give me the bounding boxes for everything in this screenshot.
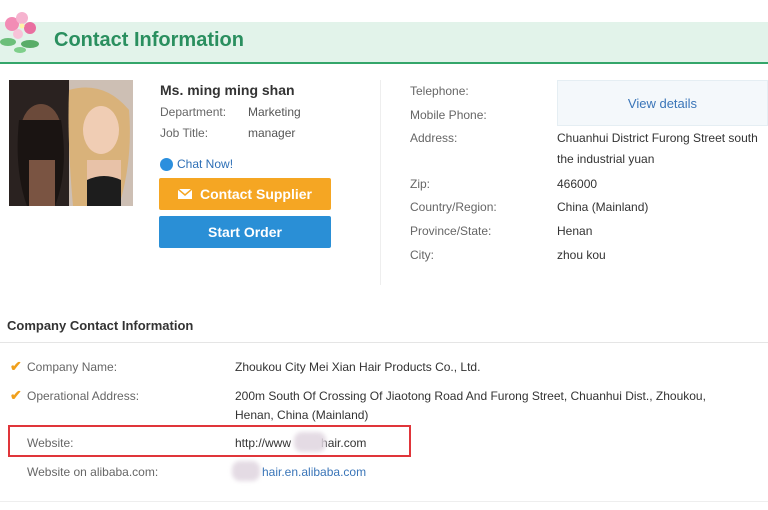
redaction-blur bbox=[232, 461, 260, 481]
city-value: zhou kou bbox=[557, 248, 606, 262]
bottom-divider bbox=[0, 501, 768, 502]
contact-photo bbox=[9, 80, 133, 206]
province-label: Province/State: bbox=[410, 224, 492, 238]
operational-address-line-1: 200m South Of Crossing Of Jiaotong Road … bbox=[235, 389, 706, 403]
section-divider bbox=[0, 342, 768, 343]
telephone-label: Telephone: bbox=[410, 84, 469, 98]
mobile-phone-label: Mobile Phone: bbox=[410, 108, 487, 122]
address-line-2: the industrial yuan bbox=[557, 152, 655, 166]
company-name-label: Company Name: bbox=[27, 360, 118, 374]
operational-address-label: Operational Address: bbox=[27, 389, 140, 403]
page-title: Contact Information bbox=[54, 29, 244, 51]
province-value: Henan bbox=[557, 224, 593, 238]
zip-label: Zip: bbox=[410, 177, 431, 191]
chat-now-link[interactable]: Chat Now! bbox=[160, 157, 233, 171]
start-order-button[interactable]: Start Order bbox=[159, 216, 331, 248]
website-highlight-box bbox=[8, 425, 411, 457]
vertical-divider bbox=[380, 80, 381, 285]
contact-name: Ms. ming ming shan bbox=[160, 82, 295, 98]
operational-address-line-2: Henan, China (Mainland) bbox=[235, 408, 369, 422]
job-title-value: manager bbox=[248, 126, 296, 140]
department-label: Department: bbox=[160, 105, 227, 119]
city-label: City: bbox=[410, 248, 434, 262]
address-label: Address: bbox=[410, 131, 458, 145]
section-header: Contact Information bbox=[0, 0, 768, 64]
chat-now-label: Chat Now! bbox=[177, 157, 234, 171]
envelope-icon bbox=[177, 189, 192, 199]
zip-value: 466000 bbox=[557, 177, 598, 191]
check-icon: ✔ bbox=[10, 387, 22, 403]
alibaba-website-link[interactable]: hair.en.alibaba.com bbox=[262, 465, 366, 479]
view-details-button[interactable]: View details bbox=[557, 80, 768, 126]
company-name-value: Zhoukou City Mei Xian Hair Products Co.,… bbox=[235, 360, 481, 374]
check-icon: ✔ bbox=[10, 358, 22, 374]
start-order-label: Start Order bbox=[208, 224, 282, 240]
address-line-1: Chuanhui District Furong Street south bbox=[557, 131, 758, 145]
contact-supplier-label: Contact Supplier bbox=[199, 186, 312, 202]
country-value: China (Mainland) bbox=[557, 200, 649, 214]
job-title-label: Job Title: bbox=[160, 126, 209, 140]
chat-icon bbox=[160, 157, 173, 171]
alibaba-website-label: Website on alibaba.com: bbox=[27, 465, 159, 479]
company-section-title: Company Contact Information bbox=[7, 318, 194, 333]
flower-decoration-icon bbox=[0, 12, 39, 53]
country-label: Country/Region: bbox=[410, 200, 497, 214]
view-details-label: View details bbox=[627, 95, 698, 111]
department-value: Marketing bbox=[248, 105, 301, 119]
contact-supplier-button[interactable]: Contact Supplier bbox=[159, 178, 331, 210]
